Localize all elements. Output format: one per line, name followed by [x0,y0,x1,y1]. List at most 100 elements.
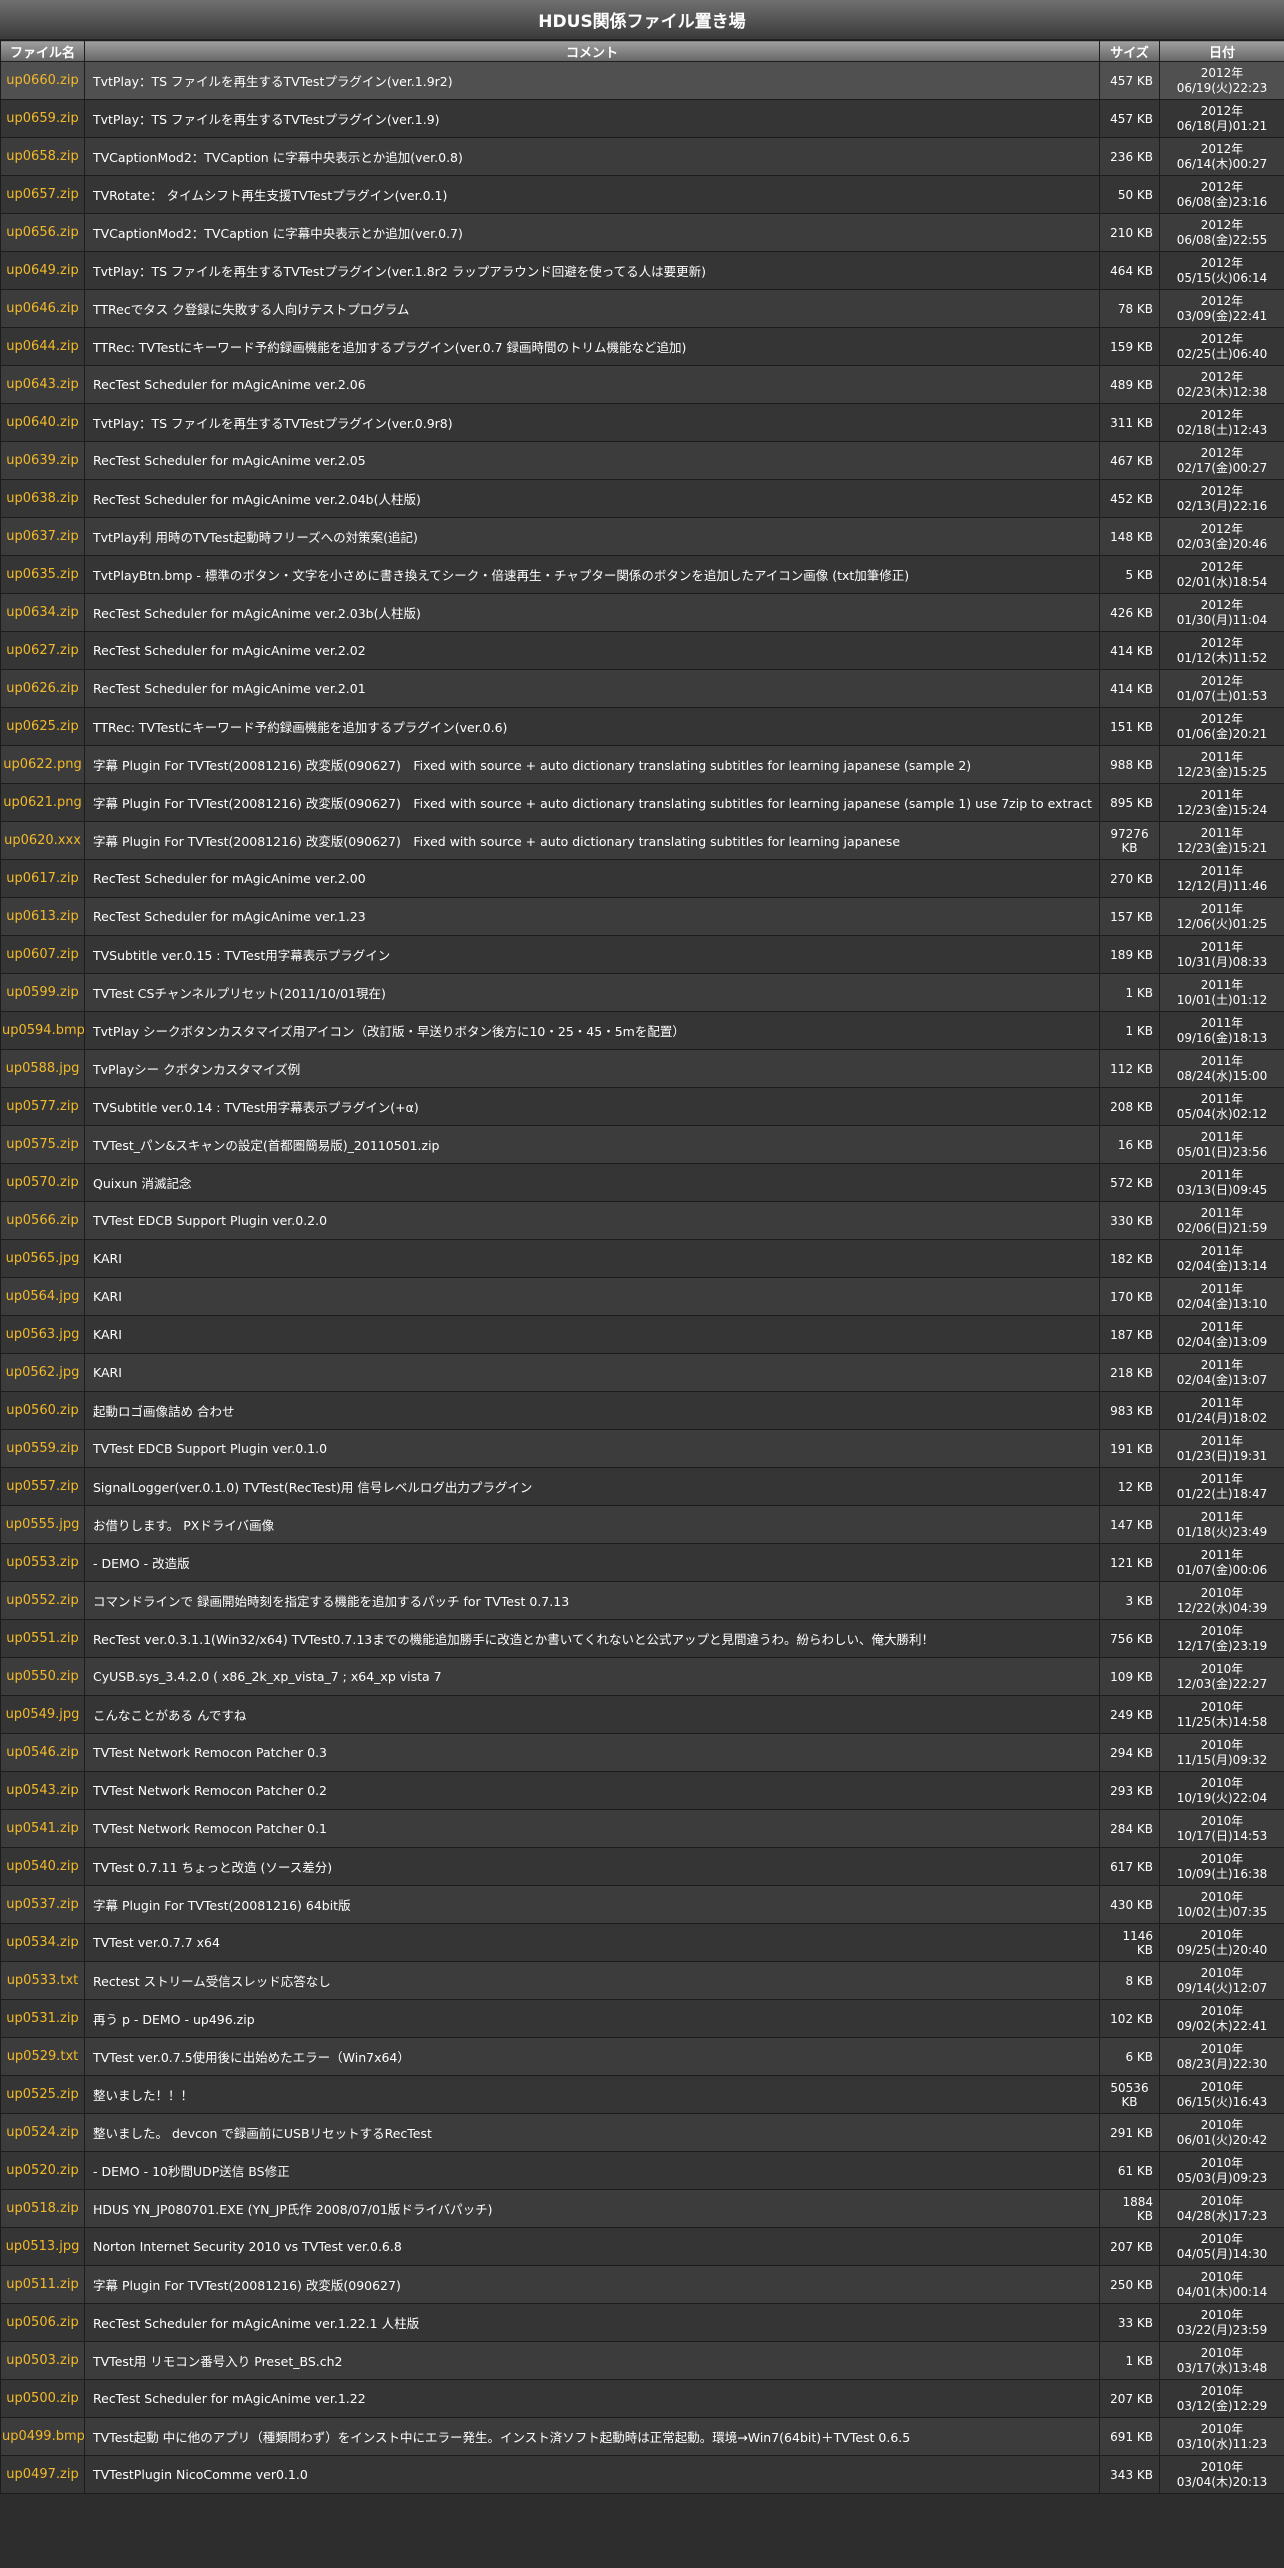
file-date-year: 2011年 [1200,1243,1244,1258]
file-link[interactable]: up0660.zip [6,73,78,88]
file-link[interactable]: up0500.zip [6,2391,78,2406]
file-date-day: 10/31(月)08:33 [1176,954,1268,969]
file-link[interactable]: up0549.jpg [6,1707,80,1722]
file-date-year: 2012年 [1200,597,1244,612]
file-comment: KARI [84,1239,1100,1278]
file-link[interactable]: up0537.zip [6,1897,78,1912]
file-link[interactable]: up0541.zip [6,1821,78,1836]
file-link[interactable]: up0529.txt [7,2049,79,2064]
column-header-size[interactable]: サイズ [1099,40,1160,62]
file-link[interactable]: up0552.zip [6,1593,78,1608]
file-link[interactable]: up0638.zip [6,491,78,506]
file-size: 983 KB [1099,1391,1160,1430]
file-comment: CyUSB.sys_3.4.2.0 ( x86_2k_xp_vista_7 ; … [84,1657,1100,1696]
file-link[interactable]: up0555.jpg [6,1517,80,1532]
file-cell: up0643.zip [0,365,85,404]
file-link[interactable]: up0625.zip [6,719,78,734]
column-header-filename[interactable]: ファイル名 [0,40,85,62]
file-link[interactable]: up0557.zip [6,1479,78,1494]
file-link[interactable]: up0566.zip [6,1213,78,1228]
file-date-year: 2010年 [1200,2193,1244,2208]
file-link[interactable]: up0551.zip [6,1631,78,1646]
file-link[interactable]: up0659.zip [6,111,78,126]
file-link[interactable]: up0540.zip [6,1859,78,1874]
file-link[interactable]: up0533.txt [7,1973,79,1988]
file-link[interactable]: up0646.zip [6,301,78,316]
file-comment: TVTest ver.0.7.7 x64 [84,1923,1100,1962]
file-link[interactable]: up0531.zip [6,2011,78,2026]
file-link[interactable]: up0621.png [3,795,81,810]
file-link[interactable]: up0594.bmp [2,1023,84,1038]
file-comment: こんなことがある んですね [84,1695,1100,1734]
column-header-comment[interactable]: コメント [84,40,1100,62]
file-date: 2010年 11/25(木)14:58 [1159,1695,1284,1734]
file-comment: コマンドラインで 録画開始時刻を指定する機能を追加するパッチ for TVTes… [84,1581,1100,1620]
file-link[interactable]: up0520.zip [6,2163,78,2178]
file-link[interactable]: up0565.jpg [6,1251,80,1266]
file-date: 2011年 03/13(日)09:45 [1159,1163,1284,1202]
table-row: up0520.zip - DEMO - 10秒間UDP送信 BS修正 61 KB 20… [0,2151,1284,2190]
file-link[interactable]: up0524.zip [6,2125,78,2140]
file-link[interactable]: up0620.xxx [4,833,81,848]
file-link[interactable]: up0643.zip [6,377,78,392]
file-link[interactable]: up0656.zip [6,225,78,240]
file-link[interactable]: up0564.jpg [6,1289,80,1304]
file-link[interactable]: up0570.zip [6,1175,78,1190]
file-link[interactable]: up0640.zip [6,415,78,430]
file-link[interactable]: up0657.zip [6,187,78,202]
file-link[interactable]: up0627.zip [6,643,78,658]
file-link[interactable]: up0518.zip [6,2201,78,2216]
file-link[interactable]: up0563.jpg [6,1327,80,1342]
file-link[interactable]: up0513.jpg [6,2239,80,2254]
file-link[interactable]: up0534.zip [6,1935,78,1950]
file-comment: TVTest CSチャンネルプリセット(2011/10/01現在) [84,973,1100,1012]
file-date: 2011年 12/23(金)15:24 [1159,783,1284,822]
file-link[interactable]: up0499.bmp [2,2429,84,2444]
file-cell: up0575.zip [0,1125,85,1164]
file-link[interactable]: up0550.zip [6,1669,78,1684]
file-link[interactable]: up0599.zip [6,985,78,1000]
file-link[interactable]: up0511.zip [6,2277,78,2292]
file-date-day: 12/23(金)15:24 [1176,802,1268,817]
file-link[interactable]: up0635.zip [6,567,78,582]
file-link[interactable]: up0559.zip [6,1441,78,1456]
file-comment: RecTest Scheduler for mAgicAnime ver.2.0… [84,631,1100,670]
file-link[interactable]: up0588.jpg [6,1061,80,1076]
file-size: 159 KB [1099,327,1160,366]
file-link[interactable]: up0562.jpg [6,1365,80,1380]
file-comment: TVSubtitle ver.0.15 : TVTest用字幕表示プラグイン [84,935,1100,974]
file-comment: TVTest_パン&スキャンの設定(首都圏簡易版)_20110501.zip [84,1125,1100,1164]
file-size: 291 KB [1099,2113,1160,2152]
file-link[interactable]: up0634.zip [6,605,78,620]
file-link[interactable]: up0543.zip [6,1783,78,1798]
table-row: up0649.zip TvtPlay：TS ファイルを再生するTVTestプラグイ… [0,251,1284,290]
file-link[interactable]: up0637.zip [6,529,78,544]
file-date-year: 2012年 [1200,331,1244,346]
file-link[interactable]: up0553.zip [6,1555,78,1570]
file-size: 50536 KB [1099,2075,1160,2114]
column-header-date[interactable]: 日付 [1159,40,1284,62]
file-link[interactable]: up0658.zip [6,149,78,164]
file-link[interactable]: up0607.zip [6,947,78,962]
file-link[interactable]: up0503.zip [6,2353,78,2368]
file-link[interactable]: up0506.zip [6,2315,78,2330]
file-link[interactable]: up0546.zip [6,1745,78,1760]
file-link[interactable]: up0617.zip [6,871,78,886]
file-link[interactable]: up0525.zip [6,2087,78,2102]
file-link[interactable]: up0626.zip [6,681,78,696]
table-row: up0640.zip TvtPlay：TS ファイルを再生するTVTestプラグイ… [0,403,1284,442]
file-comment: 起動ロゴ画像詰め 合わせ [84,1391,1100,1430]
file-link[interactable]: up0644.zip [6,339,78,354]
file-comment: TvtPlay利 用時のTVTest起動時フリーズへの対策案(追記) [84,517,1100,556]
file-link[interactable]: up0560.zip [6,1403,78,1418]
file-link[interactable]: up0622.png [3,757,81,772]
file-link[interactable]: up0613.zip [6,909,78,924]
file-link[interactable]: up0639.zip [6,453,78,468]
file-date: 2012年 03/09(金)22:41 [1159,289,1284,328]
file-cell: up0613.zip [0,897,85,936]
file-link[interactable]: up0649.zip [6,263,78,278]
file-link[interactable]: up0497.zip [6,2467,78,2482]
file-link[interactable]: up0575.zip [6,1137,78,1152]
file-link[interactable]: up0577.zip [6,1099,78,1114]
file-size: 330 KB [1099,1201,1160,1240]
